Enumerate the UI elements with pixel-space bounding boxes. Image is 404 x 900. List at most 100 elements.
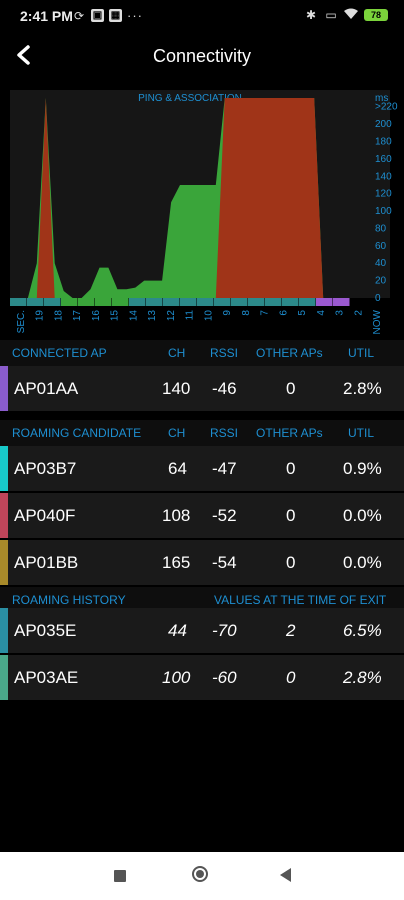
- status-right-icons: ✱ ▭ 78: [304, 8, 388, 22]
- col-ch: CH: [168, 426, 186, 440]
- ping-association-chart: PING & ASSOCIATION ms >220 200 180 160 140 12…: [0, 88, 404, 338]
- back-icon[interactable]: [280, 868, 291, 882]
- timeline-strip-segment: [316, 298, 333, 306]
- ap-name: AP01BB: [14, 553, 79, 572]
- ap-util: 0.0%: [343, 553, 382, 572]
- recents-icon[interactable]: [114, 870, 126, 882]
- ap-name: AP03B7: [14, 459, 77, 478]
- roaming-candidate-header: ROAMING CANDIDATE CH RSSI OTHER APs UTIL: [0, 420, 404, 446]
- ap-color-bar: [0, 608, 8, 653]
- ap-color-bar: [0, 493, 8, 538]
- app-header: Connectivity: [0, 34, 404, 80]
- timeline-strip-segment: [197, 298, 214, 306]
- col-rssi: RSSI: [210, 426, 239, 440]
- y-tick-label: 180: [375, 137, 392, 148]
- ap-util: 0.9%: [343, 459, 382, 478]
- page-title: Connectivity: [152, 46, 252, 66]
- col-connected-ap: CONNECTED AP: [12, 346, 107, 360]
- x-tick-label: 6: [278, 310, 289, 316]
- y-tick-label: 60: [375, 241, 387, 252]
- y-tick-label: >220: [375, 102, 398, 113]
- ap-name: AP01AA: [14, 379, 79, 398]
- col-roaming-history: ROAMING HISTORY: [12, 593, 126, 607]
- ap-rssi: -46: [212, 379, 237, 398]
- ap-rssi: -60: [212, 668, 237, 687]
- timeline-strip-segment: [299, 298, 316, 306]
- timeline-strip-segment: [10, 298, 27, 306]
- timeline-strip-segment: [61, 298, 78, 306]
- app-icon: ▣: [91, 9, 104, 22]
- x-tick-label: 16: [91, 310, 102, 322]
- x-tick-label: 12: [166, 310, 177, 322]
- col-ch: CH: [168, 346, 186, 360]
- ap-color-bar: [0, 366, 8, 411]
- timeline-strip-segment: [231, 298, 248, 306]
- ap-other: 0: [286, 379, 296, 398]
- ap-name: AP035E: [14, 621, 77, 640]
- ap-color-bar: [0, 540, 8, 585]
- timeline-strip-segment: [78, 298, 95, 306]
- y-tick-label: 20: [375, 276, 387, 287]
- x-tick-label: 10: [203, 310, 214, 322]
- x-tick-label: 9: [222, 310, 233, 316]
- bluetooth-icon: ✱: [305, 8, 317, 22]
- timeline-strip-segment: [27, 298, 44, 306]
- ap-rssi: -70: [212, 621, 237, 640]
- y-tick-label: 0: [375, 293, 381, 304]
- roaming-history-row[interactable]: AP03AE 100 -60 0 2.8%: [0, 655, 404, 700]
- col-other-aps: OTHER APs: [256, 426, 323, 440]
- roaming-candidate-row[interactable]: AP03B7 64 -47 0 0.9%: [0, 446, 404, 491]
- y-tick-label: 120: [375, 189, 392, 200]
- sync-icon: ⟳: [73, 8, 85, 23]
- x-tick-label: 18: [54, 310, 65, 322]
- timeline-strip-segment: [95, 298, 112, 306]
- x-tick-label: 4: [316, 310, 327, 316]
- roaming-candidate-row[interactable]: AP01BB 165 -54 0 0.0%: [0, 540, 404, 585]
- home-icon[interactable]: [192, 866, 208, 882]
- ap-other: 2: [286, 621, 296, 640]
- x-tick-label: 19: [35, 310, 46, 322]
- timeline-strip-segment: [248, 298, 265, 306]
- chart-svg: PING & ASSOCIATION ms >22020018016014012…: [0, 88, 404, 338]
- ap-other: 0: [286, 668, 296, 687]
- x-tick-label: 3: [335, 310, 346, 316]
- ap-name: AP040F: [14, 506, 76, 525]
- ap-util: 2.8%: [343, 668, 382, 687]
- box-icon: ▭: [325, 8, 337, 22]
- app-icon: ▦: [109, 9, 122, 22]
- ap-name: AP03AE: [14, 668, 79, 687]
- connected-ap-row[interactable]: AP01AA 140 -46 0 2.8%: [0, 366, 404, 411]
- col-other-aps: OTHER APs: [256, 346, 323, 360]
- y-tick-label: 200: [375, 119, 392, 130]
- ap-util: 0.0%: [343, 506, 382, 525]
- timeline-strip-segment: [146, 298, 163, 306]
- timeline-strip-segment: [333, 298, 350, 306]
- connected-ap-header: CONNECTED AP CH RSSI OTHER APs UTIL: [0, 340, 404, 366]
- more-dots: ···: [127, 8, 143, 23]
- y-tick-label: 100: [375, 206, 392, 217]
- x-tick-label: 7: [260, 310, 271, 316]
- col-roaming-candidate: ROAMING CANDIDATE: [12, 426, 142, 440]
- timeline-strip-segment: [129, 298, 146, 306]
- ap-ch: 64: [168, 459, 187, 478]
- status-time: 2:41 PM: [20, 8, 73, 24]
- ap-ch: 165: [162, 553, 191, 572]
- ap-other: 0: [286, 459, 296, 478]
- x-tick-label: NOW: [372, 309, 383, 334]
- timeline-strip-segment: [112, 298, 129, 306]
- ap-rssi: -47: [212, 459, 237, 478]
- ap-rssi: -52: [212, 506, 237, 525]
- ap-other: 0: [286, 506, 296, 525]
- wifi-icon: [344, 8, 358, 22]
- roaming-candidate-row[interactable]: AP040F 108 -52 0 0.0%: [0, 493, 404, 538]
- x-tick-label: SEC.: [16, 310, 27, 333]
- x-tick-label: 5: [297, 310, 308, 316]
- ap-other: 0: [286, 553, 296, 572]
- col-util: UTIL: [348, 346, 375, 360]
- timeline-strip-segment: [180, 298, 197, 306]
- timeline-strip-segment: [163, 298, 180, 306]
- y-tick-label: 140: [375, 171, 392, 182]
- roaming-history-row[interactable]: AP035E 44 -70 2 6.5%: [0, 608, 404, 653]
- y-tick-label: 80: [375, 223, 387, 234]
- x-tick-label: 13: [147, 310, 158, 322]
